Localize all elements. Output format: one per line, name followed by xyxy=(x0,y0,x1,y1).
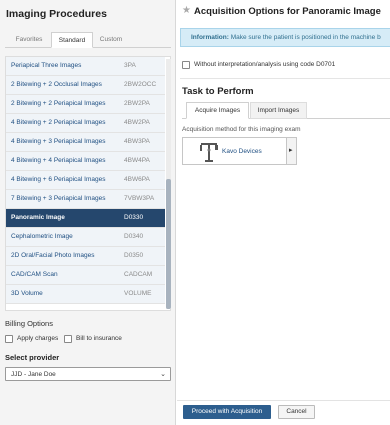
chevron-right-icon: ▸ xyxy=(289,147,293,154)
procedure-code: 4BW2PA xyxy=(124,119,150,126)
select-provider-title: Select provider xyxy=(5,353,60,362)
information-label: Information: xyxy=(191,34,229,41)
procedure-name: Periapical Three Images xyxy=(11,62,82,69)
page-title: Acquisition Options for Panoramic Image xyxy=(194,6,381,17)
procedure-code: 2BW2OCC xyxy=(124,81,157,88)
procedure-row[interactable]: Periapical Three Images 3PA xyxy=(6,57,165,76)
imaging-procedures-panel: Imaging Procedures Favorites Standard Cu… xyxy=(0,0,176,425)
tab-standard[interactable]: Standard xyxy=(51,32,93,48)
procedure-name: 4 Bitewing + 6 Periapical Images xyxy=(11,176,106,183)
information-message: Make sure the patient is positioned in t… xyxy=(228,34,381,41)
procedure-row[interactable]: 7 Bitewing + 3 Periapical Images 7VBW3PA xyxy=(6,190,165,209)
list-scrollbar[interactable] xyxy=(166,59,171,309)
procedure-name: CAD/CAM Scan xyxy=(11,271,58,278)
xray-device-icon xyxy=(200,143,218,162)
procedure-code: D0350 xyxy=(124,252,144,259)
apply-charges-checkbox[interactable] xyxy=(5,335,13,343)
billing-options-title: Billing Options xyxy=(5,319,53,328)
procedure-row[interactable]: CAD/CAM Scan CADCAM xyxy=(6,266,165,285)
procedure-name: 4 Bitewing + 3 Periapical Images xyxy=(11,138,106,145)
task-to-perform-title: Task to Perform xyxy=(182,86,254,97)
provider-select[interactable]: JJD - Jane Doe ⌄ xyxy=(5,367,171,381)
tab-favorites[interactable]: Favorites xyxy=(9,32,49,48)
device-nav[interactable]: ▸ xyxy=(286,138,296,164)
procedure-row[interactable]: 4 Bitewing + 4 Periapical Images 4BW4PA xyxy=(6,152,165,171)
procedure-name: 3D Volume xyxy=(11,290,43,297)
procedure-name: 2 Bitewing + 2 Periapical Images xyxy=(11,100,106,107)
divider xyxy=(180,78,390,79)
footer-divider xyxy=(177,400,390,401)
procedure-name: Panoramic Image xyxy=(11,214,65,221)
procedure-row[interactable]: 4 Bitewing + 2 Periapical Images 4BW2PA xyxy=(6,114,165,133)
procedure-code: CADCAM xyxy=(124,271,153,278)
bill-insurance-checkbox[interactable] xyxy=(64,335,72,343)
tab-acquire-images[interactable]: Acquire Images xyxy=(186,102,249,119)
information-text: Information: Make sure the patient is po… xyxy=(191,34,381,41)
procedure-row[interactable]: 4 Bitewing + 3 Periapical Images 4BW3PA xyxy=(6,133,165,152)
star-icon[interactable]: ★ xyxy=(182,5,191,16)
cancel-button[interactable]: Cancel xyxy=(278,405,315,419)
procedure-name: 2 Bitewing + 2 Occlusal Images xyxy=(11,81,102,88)
procedure-code: VOLUME xyxy=(124,290,152,297)
procedure-code: 3PA xyxy=(124,62,136,69)
tab-custom[interactable]: Custom xyxy=(94,32,128,48)
acquisition-options-panel: ★ Acquisition Options for Panoramic Imag… xyxy=(177,0,390,425)
procedure-row[interactable]: 3D Volume VOLUME xyxy=(6,285,165,304)
procedure-tabs: Favorites Standard Custom xyxy=(5,30,171,48)
procedure-row[interactable]: 4 Bitewing + 6 Periapical Images 4BW6PA xyxy=(6,171,165,190)
provider-value: JJD - Jane Doe xyxy=(11,371,56,378)
procedure-code: 4BW4PA xyxy=(124,157,150,164)
procedure-row[interactable]: 2 Bitewing + 2 Occlusal Images 2BW2OCC xyxy=(6,76,165,95)
procedure-name: Cephalometric Image xyxy=(11,233,73,240)
task-tabs: Acquire Images Import Images xyxy=(182,101,390,119)
procedure-name: 7 Bitewing + 3 Periapical Images xyxy=(11,195,106,202)
procedure-row[interactable]: Cephalometric Image D0340 xyxy=(6,228,165,247)
apply-charges-label: Apply charges xyxy=(17,335,59,342)
without-interpretation-checkbox[interactable] xyxy=(182,61,190,69)
procedure-name: 2D Oral/Facial Photo Images xyxy=(11,252,95,259)
procedure-code: 7VBW3PA xyxy=(124,195,155,202)
kavo-devices-card[interactable]: Kavo Devices ▸ xyxy=(182,137,297,165)
procedure-list: Periapical Three Images 3PA 2 Bitewing +… xyxy=(5,56,171,311)
procedure-row[interactable]: 2 Bitewing + 2 Periapical Images 2BW2PA xyxy=(6,95,165,114)
procedure-row-selected[interactable]: Panoramic Image D0330 xyxy=(6,209,165,228)
procedure-code: 2BW2PA xyxy=(124,100,150,107)
procedure-code: 4BW3PA xyxy=(124,138,150,145)
procedure-name: 4 Bitewing + 2 Periapical Images xyxy=(11,119,106,126)
scrollbar-thumb[interactable] xyxy=(166,179,171,309)
without-interpretation-label: Without interpretation/analysis using co… xyxy=(194,61,336,68)
procedure-code: D0340 xyxy=(124,233,144,240)
procedure-row[interactable]: 2D Oral/Facial Photo Images D0350 xyxy=(6,247,165,266)
panel-title: Imaging Procedures xyxy=(6,8,107,20)
proceed-with-acquisition-button[interactable]: Proceed with Acquisition xyxy=(183,405,271,419)
bill-insurance-label: Bill to insurance xyxy=(76,335,122,342)
acquisition-method-label: Acquisition method for this imaging exam xyxy=(182,126,301,133)
procedure-code: D0330 xyxy=(124,214,144,221)
chevron-down-icon: ⌄ xyxy=(160,371,166,378)
procedure-code: 4BW6PA xyxy=(124,176,150,183)
tab-import-images[interactable]: Import Images xyxy=(250,102,307,119)
kavo-devices-label: Kavo Devices xyxy=(222,148,262,155)
information-banner: Information: Make sure the patient is po… xyxy=(180,28,390,47)
procedure-name: 4 Bitewing + 4 Periapical Images xyxy=(11,157,106,164)
